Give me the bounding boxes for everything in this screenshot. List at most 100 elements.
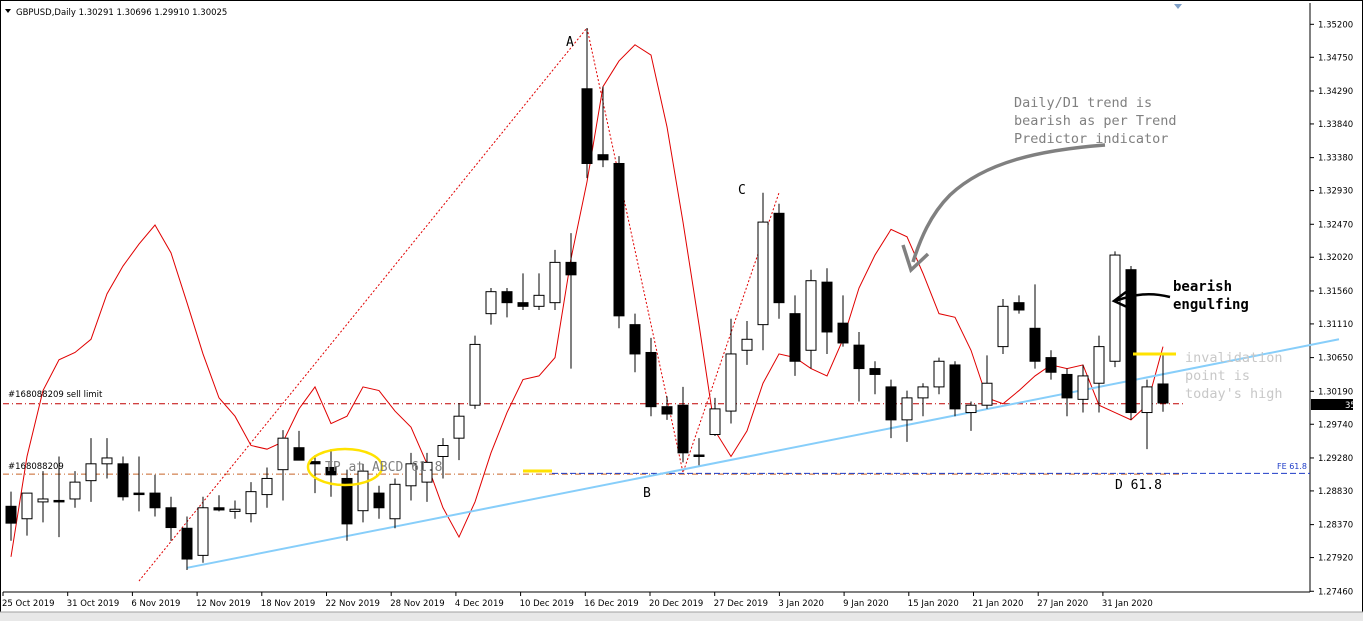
candle-body[interactable] (485, 291, 497, 315)
chart-header: GBPUSD,Daily 1.30291 1.30696 1.29910 1.3… (16, 8, 227, 18)
point-a-label: A (566, 35, 574, 50)
candle-body[interactable] (581, 88, 593, 164)
price-tick-label: 1.35200 (1318, 20, 1353, 30)
invalidation-annotation-line2: point is (1185, 368, 1250, 384)
candle-body[interactable] (1061, 373, 1073, 399)
candle-body[interactable] (549, 261, 561, 304)
time-tick-label: 16 Dec 2019 (584, 599, 638, 609)
candle-body[interactable] (805, 280, 817, 351)
candle-body[interactable] (213, 507, 225, 511)
price-tick-label: 1.32930 (1318, 187, 1353, 197)
time-tick-label: 31 Jan 2020 (1102, 599, 1153, 609)
candle-body[interactable] (869, 368, 881, 375)
candle-body[interactable] (501, 291, 513, 304)
candle-body[interactable] (789, 313, 801, 362)
candle-body[interactable] (165, 507, 177, 529)
candle-body[interactable] (853, 344, 865, 370)
candle-body[interactable] (917, 386, 929, 399)
candle-body[interactable] (1077, 375, 1089, 400)
time-tick-label: 3 Jan 2020 (778, 599, 824, 609)
candle-body[interactable] (597, 154, 609, 161)
candle-body[interactable] (373, 492, 385, 509)
candle-body[interactable] (389, 483, 401, 520)
time-tick-label: 10 Dec 2019 (520, 599, 574, 609)
candle-body[interactable] (469, 343, 481, 406)
time-tick-label: 4 Dec 2019 (455, 599, 504, 609)
candle-body[interactable] (117, 463, 129, 498)
time-tick-label: 28 Nov 2019 (390, 599, 444, 609)
time-tick-label: 27 Dec 2019 (714, 599, 768, 609)
candle-body[interactable] (741, 338, 753, 351)
price-chart[interactable]: GBPUSD,Daily 1.30291 1.30696 1.29910 1.3… (0, 0, 1363, 621)
candle-body[interactable] (133, 492, 145, 496)
candle-body[interactable] (901, 397, 913, 421)
candle-body[interactable] (1109, 254, 1121, 362)
candle-body[interactable] (709, 408, 721, 436)
candle-body[interactable] (757, 221, 769, 326)
candle-body[interactable] (5, 505, 17, 524)
engulfing-annotation-line2: engulfing (1173, 297, 1249, 313)
price-tick-label: 1.31110 (1318, 320, 1353, 330)
candle-body[interactable] (293, 447, 305, 461)
candle-body[interactable] (629, 324, 641, 355)
candle-body[interactable] (69, 481, 81, 500)
candle-body[interactable] (229, 508, 241, 512)
candle-body[interactable] (1013, 302, 1025, 311)
candle-body[interactable] (773, 212, 785, 304)
candle-body[interactable] (149, 492, 161, 509)
candle-body[interactable] (1141, 386, 1153, 414)
candle-body[interactable] (949, 364, 961, 410)
candle-body[interactable] (1093, 346, 1105, 384)
candle-body[interactable] (85, 463, 97, 482)
trend-annotation-line1: Daily/D1 trend is (1014, 95, 1152, 111)
candle-body[interactable] (725, 353, 737, 412)
candle-body[interactable] (885, 386, 897, 421)
candle-body[interactable] (245, 491, 257, 515)
candle-body[interactable] (997, 305, 1009, 348)
candle-body[interactable] (933, 360, 945, 388)
candle-body[interactable] (821, 281, 833, 333)
candle-body[interactable] (197, 507, 209, 556)
candle-body[interactable] (261, 477, 273, 496)
candle-body[interactable] (21, 492, 33, 520)
candle-body[interactable] (533, 294, 545, 307)
tp-annotation: TP at ABCD 61.8 (325, 460, 442, 475)
invalidation-annotation-line3: today's high (1185, 386, 1283, 402)
candle-body[interactable] (965, 404, 977, 414)
candle-body[interactable] (53, 499, 65, 503)
candle-body[interactable] (613, 162, 625, 317)
candle-body[interactable] (693, 454, 705, 457)
fe-level-label: FE 61.8 (1277, 462, 1307, 471)
candle-body[interactable] (661, 406, 673, 415)
time-tick-label: 25 Oct 2019 (2, 599, 55, 609)
candle-body[interactable] (1157, 383, 1169, 404)
bottom-tab-strip[interactable] (0, 612, 1363, 621)
candle-body[interactable] (837, 322, 849, 344)
invalidation-annotation-line1: invalidation (1185, 350, 1283, 366)
candle-body[interactable] (453, 415, 465, 439)
candle-body[interactable] (37, 498, 49, 503)
candle-body[interactable] (677, 404, 689, 454)
point-d-label: D 61.8 (1115, 478, 1162, 493)
candle-body[interactable] (645, 351, 657, 408)
candle-body[interactable] (517, 302, 529, 307)
candle-body[interactable] (101, 457, 113, 465)
sell-limit-label: #168088209 sell limit (8, 390, 103, 400)
candle-body[interactable] (437, 445, 449, 457)
candle-body[interactable] (981, 382, 993, 406)
candle-body[interactable] (309, 461, 321, 465)
price-tick-label: 1.29280 (1318, 454, 1353, 464)
price-tick-label: 1.33380 (1318, 154, 1353, 164)
candle-body[interactable] (1125, 269, 1137, 414)
time-tick-label: 6 Nov 2019 (131, 599, 180, 609)
price-tick-label: 1.34290 (1318, 87, 1353, 97)
candle-body[interactable] (1029, 327, 1041, 362)
price-tick-label: 1.30650 (1318, 354, 1353, 364)
candle-body[interactable] (565, 261, 577, 276)
price-tick-label: 1.27460 (1318, 587, 1353, 597)
candle-body[interactable] (357, 470, 369, 512)
price-tick-label: 1.33840 (1318, 120, 1353, 130)
candle-body[interactable] (277, 437, 289, 471)
candle-body[interactable] (181, 527, 193, 560)
candle-body[interactable] (1045, 357, 1057, 373)
